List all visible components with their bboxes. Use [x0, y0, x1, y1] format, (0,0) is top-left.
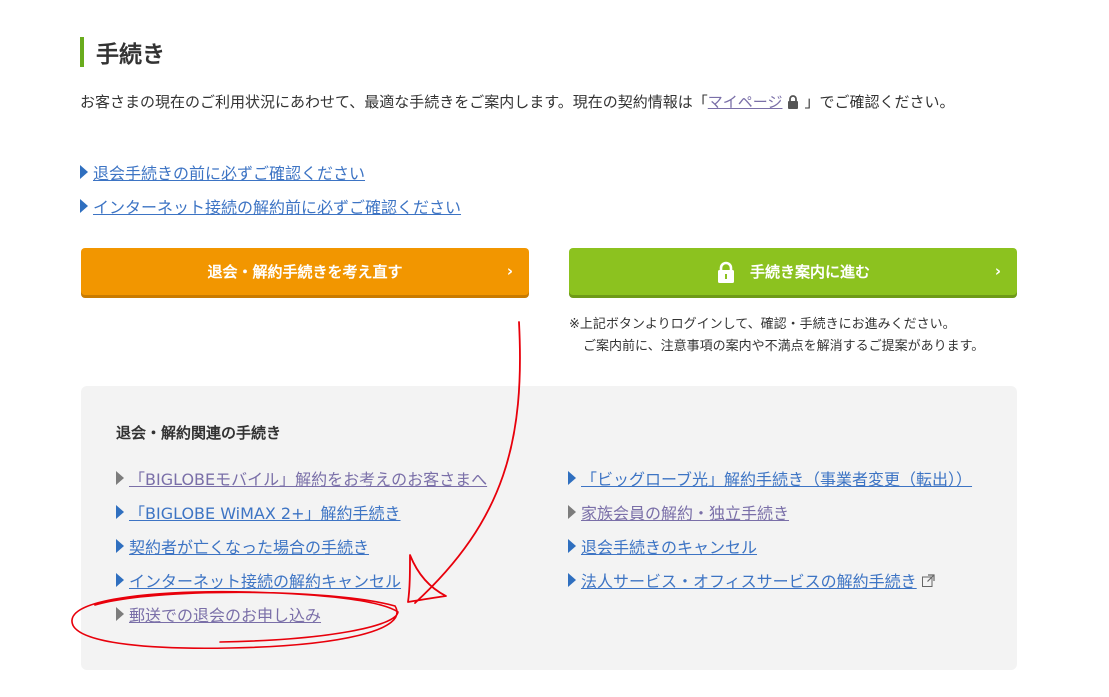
login-note: ※上記ボタンよりログインして、確認・手続きにお進みください。 ご案内前に、注意事…	[569, 314, 984, 358]
chevron-right-icon: ›	[994, 262, 1001, 280]
triangle-bullet-icon	[568, 573, 576, 587]
triangle-bullet-icon	[568, 539, 576, 553]
triangle-bullet-icon	[116, 539, 124, 553]
heading-accent-bar	[80, 37, 84, 67]
intro-text-before: お客さまの現在のご利用状況にあわせて、最適な手続きをご案内します。現在の契約情報…	[80, 93, 708, 111]
link-before-withdrawal-label[interactable]: 退会手続きの前に必ずご確認ください	[93, 160, 365, 184]
link-before-internet-cancel[interactable]: インターネット接続の解約前に必ずご確認ください	[80, 194, 461, 218]
link-biglobe-hikari-label[interactable]: 「ビッグローブ光」解約手続き（事業者変更（転出））	[581, 466, 972, 490]
triangle-bullet-icon	[116, 471, 124, 485]
triangle-bullet-icon	[80, 165, 88, 179]
login-note-line1: ※上記ボタンよりログインして、確認・手続きにお進みください。	[569, 317, 956, 332]
link-deceased-contractor-label[interactable]: 契約者が亡くなった場合の手続き	[129, 534, 369, 558]
page-title: 手続き	[96, 42, 165, 68]
link-internet-cancel-revoke-label[interactable]: インターネット接続の解約キャンセル	[129, 568, 401, 592]
link-corporate-services-label[interactable]: 法人サービス・オフィスサービスの解約手続き	[581, 568, 917, 592]
link-before-internet-cancel-label[interactable]: インターネット接続の解約前に必ずご確認ください	[93, 194, 461, 218]
reconsider-button[interactable]: 退会・解約手続きを考え直す ›	[81, 248, 529, 295]
panel-title: 退会・解約関連の手続き	[116, 424, 282, 442]
link-corporate-services[interactable]: 法人サービス・オフィスサービスの解約手続き	[568, 568, 935, 592]
proceed-button-label: 手続き案内に進む	[749, 263, 870, 281]
link-wimax-label[interactable]: 「BIGLOBE WiMAX 2+」解約手続き	[129, 500, 401, 524]
chevron-right-icon: ›	[506, 262, 513, 280]
link-wimax[interactable]: 「BIGLOBE WiMAX 2+」解約手続き	[116, 500, 401, 524]
triangle-bullet-icon	[116, 505, 124, 519]
link-biglobe-mobile[interactable]: 「BIGLOBEモバイル」解約をお考えのお客さまへ	[116, 466, 487, 490]
link-deceased-contractor[interactable]: 契約者が亡くなった場合の手続き	[116, 534, 369, 558]
lock-icon	[717, 261, 734, 283]
link-withdraw-by-mail[interactable]: 郵送での退会のお申し込み	[116, 602, 321, 626]
proceed-button[interactable]: 手続き案内に進む ›	[569, 248, 1017, 295]
mypage-link[interactable]: マイページ	[708, 93, 783, 111]
link-withdrawal-cancel-label[interactable]: 退会手続きのキャンセル	[581, 534, 757, 558]
triangle-bullet-icon	[116, 573, 124, 587]
section-heading: 手続き	[80, 36, 165, 68]
intro-text: お客さまの現在のご利用状況にあわせて、最適な手続きをご案内します。現在の契約情報…	[80, 90, 995, 115]
reconsider-button-label: 退会・解約手続きを考え直す	[207, 263, 403, 281]
lock-icon	[788, 95, 799, 109]
triangle-bullet-icon	[568, 471, 576, 485]
external-link-icon	[921, 573, 935, 587]
related-procedures-panel: 退会・解約関連の手続き 「BIGLOBEモバイル」解約をお考えのお客さまへ 「B…	[81, 386, 1017, 670]
link-withdraw-by-mail-label[interactable]: 郵送での退会のお申し込み	[129, 602, 321, 626]
link-biglobe-hikari[interactable]: 「ビッグローブ光」解約手続き（事業者変更（転出））	[568, 466, 972, 490]
link-biglobe-mobile-label[interactable]: 「BIGLOBEモバイル」解約をお考えのお客さまへ	[129, 466, 487, 490]
link-internet-cancel-revoke[interactable]: インターネット接続の解約キャンセル	[116, 568, 401, 592]
link-before-withdrawal[interactable]: 退会手続きの前に必ずご確認ください	[80, 160, 365, 184]
link-withdrawal-cancel[interactable]: 退会手続きのキャンセル	[568, 534, 757, 558]
triangle-bullet-icon	[116, 607, 124, 621]
link-family-member[interactable]: 家族会員の解約・独立手続き	[568, 500, 789, 524]
triangle-bullet-icon	[80, 199, 88, 213]
login-note-line2: ご案内前に、注意事項の案内や不満点を解消するご提案があります。	[583, 339, 985, 354]
link-family-member-label[interactable]: 家族会員の解約・独立手続き	[581, 500, 789, 524]
triangle-bullet-icon	[568, 505, 576, 519]
intro-text-after: 」でご確認ください。	[804, 93, 955, 111]
